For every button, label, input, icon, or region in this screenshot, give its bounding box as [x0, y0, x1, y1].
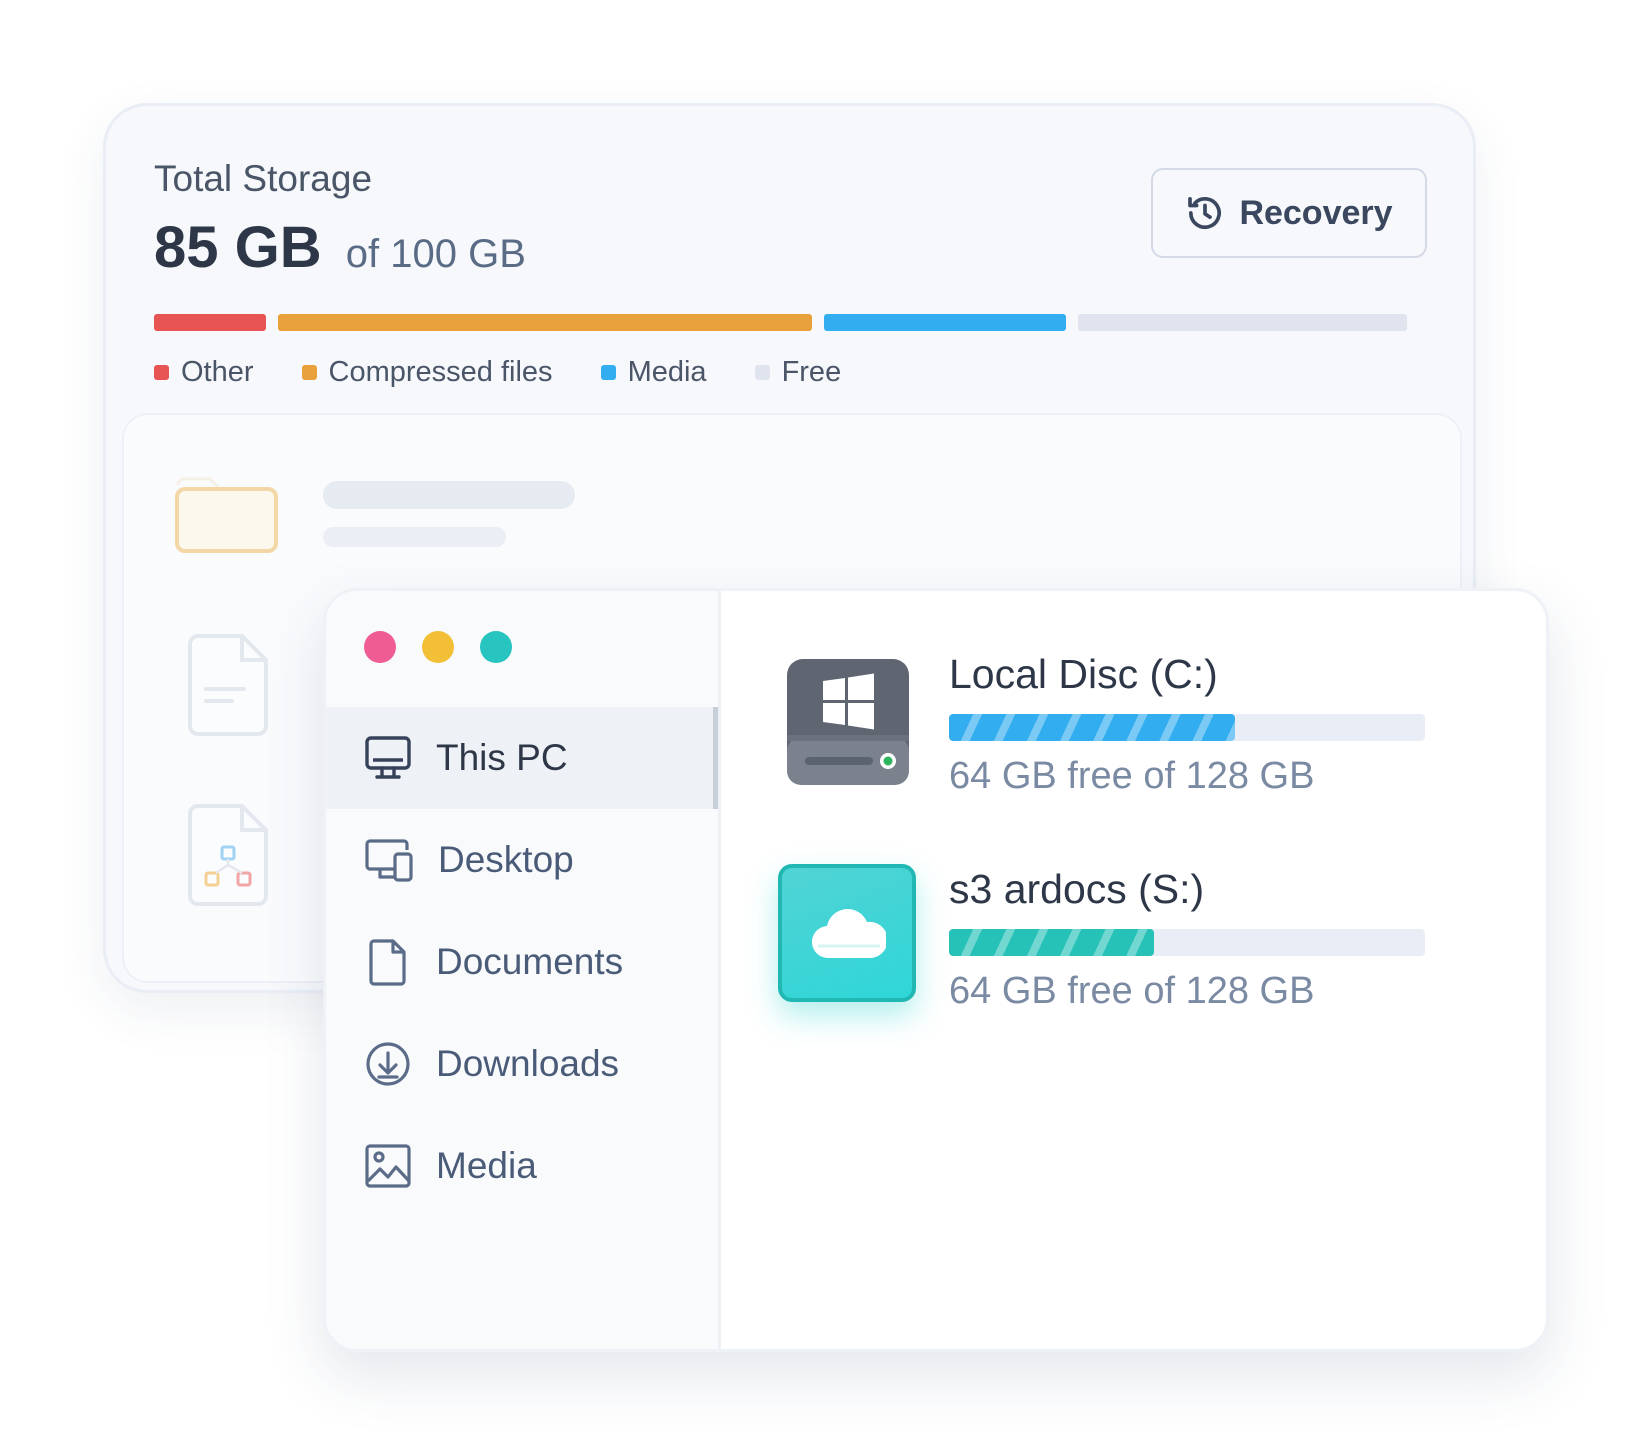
legend-item: Free: [754, 356, 842, 389]
legend-item: Compressed files: [301, 356, 553, 389]
drive-usage-fill: [949, 929, 1154, 956]
minimize-button[interactable]: [422, 631, 454, 663]
storage-segment-other: [154, 314, 266, 331]
cloud-drive-icon: [778, 864, 916, 1002]
sidebar-item-label: Desktop: [438, 839, 574, 880]
sidebar-item-media[interactable]: Media: [326, 1115, 718, 1217]
folder-icon: [175, 477, 278, 553]
legend-item: Media: [600, 356, 707, 389]
legend-label: Compressed files: [328, 356, 553, 388]
history-icon: [1188, 197, 1222, 230]
recovery-label: Recovery: [1239, 193, 1393, 232]
storage-segment-media: [823, 314, 1066, 331]
legend-label: Other: [181, 356, 254, 388]
sidebar-item-label: Documents: [436, 941, 624, 982]
close-button[interactable]: [364, 631, 396, 663]
devices-icon: [365, 839, 413, 882]
shared-document-icon: [188, 804, 268, 906]
download-icon: [366, 1042, 410, 1086]
storage-segment-free: [1078, 314, 1408, 331]
sidebar: This PC Desktop Documents Downloads Medi…: [326, 591, 721, 1349]
sidebar-item-desktop[interactable]: Desktop: [326, 809, 718, 911]
drive-free-space: 64 GB free of 128 GB: [949, 755, 1315, 797]
storage-usage-bar: [154, 314, 1432, 331]
drive-usage-bar: [949, 714, 1425, 741]
legend-item: Other: [154, 356, 254, 389]
legend-label: Free: [781, 356, 842, 388]
explorer-window: This PC Desktop Documents Downloads Medi…: [323, 588, 1549, 1352]
image-icon: [365, 1144, 411, 1188]
sidebar-item-label: Media: [436, 1145, 537, 1186]
drive-usage-fill: [949, 714, 1235, 741]
window-controls: [364, 631, 512, 663]
storage-total: of 100 GB: [345, 232, 526, 276]
sidebar-item-this-pc[interactable]: This PC: [326, 707, 718, 809]
sidebar-item-downloads[interactable]: Downloads: [326, 1013, 718, 1115]
recovery-button[interactable]: Recovery: [1151, 168, 1427, 258]
legend-swatch: [301, 365, 317, 380]
legend-label: Media: [627, 356, 707, 388]
drive-cloud-s[interactable]: s3 ardocs (S:) 64 GB free of 128 GB: [778, 864, 1485, 1022]
legend-swatch: [754, 365, 770, 380]
maximize-button[interactable]: [480, 631, 512, 663]
storage-used-value: 85 GB: [154, 215, 322, 280]
sidebar-item-label: This PC: [436, 737, 568, 778]
drive-local-c[interactable]: Local Disc (C:) 64 GB free of 128 GB: [785, 651, 1485, 807]
sidebar-nav: This PC Desktop Documents Downloads Medi…: [326, 707, 718, 1217]
legend-swatch: [600, 365, 616, 380]
placeholder-line: [323, 481, 575, 509]
storage-title: Total Storage: [154, 158, 373, 199]
windows-drive-icon: [787, 659, 909, 785]
sidebar-item-label: Downloads: [436, 1043, 620, 1084]
storage-segment-compressed-files: [277, 314, 812, 331]
sidebar-item-documents[interactable]: Documents: [326, 911, 718, 1013]
document-icon: [188, 634, 268, 736]
storage-legend: Other Compressed files Media Free: [154, 356, 841, 389]
monitor-icon: [365, 736, 411, 779]
drive-free-space: 64 GB free of 128 GB: [949, 970, 1315, 1012]
legend-swatch: [154, 365, 169, 380]
drive-usage-bar: [949, 929, 1425, 956]
storage-used: 85 GB of 100 GB: [154, 214, 526, 281]
drive-name: Local Disc (C:): [949, 651, 1218, 697]
placeholder-line: [323, 527, 506, 547]
drive-name: s3 ardocs (S:): [949, 866, 1205, 912]
document-icon: [369, 939, 406, 986]
